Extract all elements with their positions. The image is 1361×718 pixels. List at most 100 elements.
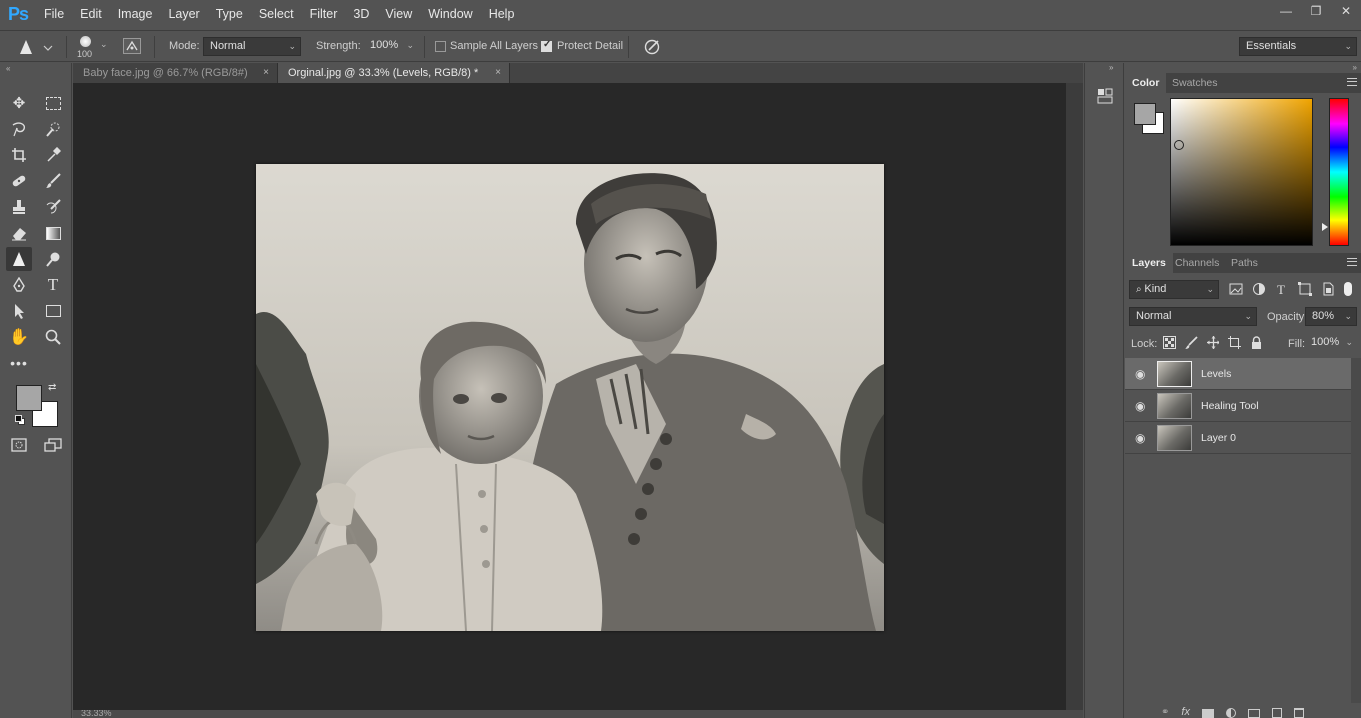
hue-slider-handle[interactable] — [1322, 223, 1328, 231]
adjustment-layer-icon[interactable] — [1225, 708, 1236, 718]
tab-color[interactable]: Color — [1125, 73, 1167, 93]
properties-panel-button[interactable] — [1096, 87, 1114, 105]
quick-selection-tool[interactable] — [40, 117, 66, 141]
type-tool[interactable]: T — [40, 273, 66, 297]
path-selection-tool[interactable] — [6, 299, 32, 323]
smart-object-filter-icon[interactable] — [1321, 282, 1335, 296]
history-brush-tool[interactable] — [40, 195, 66, 219]
vertical-scrollbar[interactable] — [1066, 83, 1083, 710]
adjustment-filter-icon[interactable] — [1252, 282, 1266, 296]
menu-filter[interactable]: Filter — [302, 0, 346, 28]
hand-tool[interactable]: ✋ — [6, 325, 32, 349]
pen-tool[interactable] — [6, 273, 32, 297]
type-filter-icon[interactable]: T — [1275, 282, 1289, 296]
document-canvas[interactable] — [73, 83, 1066, 710]
new-layer-icon[interactable] — [1271, 708, 1282, 718]
layer-row-healing-tool[interactable]: ◉ Healing Tool — [1125, 390, 1351, 422]
fill-field[interactable]: 100% ⌄ — [1305, 334, 1357, 353]
foreground-color-swatch[interactable] — [1134, 103, 1156, 125]
tab-baby-face[interactable]: Baby face.jpg @ 66.7% (RGB/8#) × — [73, 63, 278, 83]
menu-type[interactable]: Type — [208, 0, 251, 28]
edit-toolbar-button[interactable]: ••• — [6, 351, 32, 375]
lock-pixels-icon[interactable] — [1184, 336, 1198, 349]
lock-position-icon[interactable] — [1206, 336, 1220, 349]
menu-image[interactable]: Image — [110, 0, 161, 28]
eye-icon[interactable]: ◉ — [1135, 399, 1149, 413]
menu-3d[interactable]: 3D — [345, 0, 377, 28]
panel-menu-icon[interactable] — [1347, 258, 1357, 266]
tool-preset-picker[interactable] — [18, 37, 56, 57]
swap-colors-icon[interactable]: ⇄ — [48, 382, 56, 393]
marquee-tool[interactable] — [40, 91, 66, 115]
brush-tool[interactable] — [40, 169, 66, 193]
menu-layer[interactable]: Layer — [160, 0, 207, 28]
close-button[interactable]: ✕ — [1331, 0, 1361, 22]
trash-icon[interactable] — [1293, 708, 1304, 718]
dodge-tool[interactable] — [40, 247, 66, 271]
sharpen-tool[interactable] — [6, 247, 32, 271]
opacity-field[interactable]: 80% ⌄ — [1305, 307, 1357, 326]
gradient-tool[interactable] — [40, 221, 66, 245]
tab-layers[interactable]: Layers — [1125, 253, 1173, 273]
healing-brush-tool[interactable] — [6, 169, 32, 193]
collapse-arrows-icon[interactable]: » — [1353, 63, 1357, 72]
crop-tool[interactable] — [6, 143, 32, 167]
restore-button[interactable]: ❐ — [1301, 0, 1331, 22]
image-filter-icon[interactable] — [1229, 282, 1243, 296]
group-icon[interactable] — [1247, 709, 1260, 718]
clone-stamp-tool[interactable] — [6, 195, 32, 219]
collapse-arrows-icon[interactable]: » — [1109, 63, 1113, 72]
lock-artboard-icon[interactable] — [1228, 336, 1242, 349]
lock-transparent-icon[interactable] — [1163, 336, 1176, 349]
fx-icon[interactable]: fx — [1181, 706, 1190, 718]
document-image[interactable] — [256, 164, 884, 631]
brush-preset-picker[interactable]: 100 ⌄ — [76, 33, 112, 61]
mode-select[interactable]: Normal ⌄ — [203, 37, 301, 56]
quick-mask-button[interactable] — [6, 433, 32, 457]
lock-all-icon[interactable] — [1250, 336, 1263, 349]
move-tool[interactable]: ✥ — [6, 91, 32, 115]
menu-window[interactable]: Window — [420, 0, 480, 28]
minimize-button[interactable]: — — [1271, 0, 1301, 22]
collapse-arrows-icon[interactable]: « — [6, 64, 10, 73]
workspace-select[interactable]: Essentials ⌄ — [1239, 37, 1357, 56]
brush-panel-toggle[interactable] — [123, 38, 141, 54]
pressure-button[interactable] — [643, 37, 663, 57]
foreground-color-swatch[interactable] — [16, 385, 42, 411]
close-icon[interactable]: × — [495, 63, 501, 83]
eraser-tool[interactable] — [6, 221, 32, 245]
add-mask-icon[interactable] — [1201, 709, 1214, 718]
menu-edit[interactable]: Edit — [72, 0, 110, 28]
sample-all-layers-checkbox[interactable] — [435, 41, 446, 52]
rectangle-tool[interactable] — [40, 299, 66, 323]
menu-select[interactable]: Select — [251, 0, 302, 28]
blend-mode-select[interactable]: Normal ⌄ — [1129, 307, 1257, 326]
color-picker-ring[interactable] — [1174, 140, 1184, 150]
menu-view[interactable]: View — [377, 0, 420, 28]
color-field[interactable] — [1170, 98, 1313, 246]
zoom-tool[interactable] — [40, 325, 66, 349]
shape-filter-icon[interactable] — [1298, 282, 1312, 296]
tab-swatches[interactable]: Swatches — [1165, 73, 1225, 93]
default-colors-icon[interactable] — [15, 415, 25, 425]
eye-icon[interactable]: ◉ — [1135, 431, 1149, 445]
panel-menu-icon[interactable] — [1347, 78, 1357, 86]
tab-channels[interactable]: Channels — [1168, 253, 1226, 273]
lasso-tool[interactable] — [6, 117, 32, 141]
filter-toggle[interactable] — [1344, 282, 1352, 296]
eye-icon[interactable]: ◉ — [1135, 367, 1149, 381]
layer-row-layer-0[interactable]: ◉ Layer 0 — [1125, 422, 1351, 454]
hue-slider[interactable] — [1329, 98, 1349, 246]
eyedropper-tool[interactable] — [40, 143, 66, 167]
protect-detail-checkbox[interactable] — [541, 39, 552, 52]
tab-orginal[interactable]: Orginal.jpg @ 33.3% (Levels, RGB/8) * × — [278, 63, 510, 83]
screen-mode-button[interactable] — [40, 433, 66, 457]
layer-row-levels[interactable]: ◉ Levels — [1125, 358, 1351, 390]
menu-file[interactable]: File — [36, 0, 72, 28]
tab-paths[interactable]: Paths — [1224, 253, 1265, 273]
layer-kind-filter[interactable]: ⌕ Kind ⌄ — [1129, 280, 1219, 299]
close-icon[interactable]: × — [263, 63, 269, 83]
menu-help[interactable]: Help — [481, 0, 523, 28]
link-layers-icon[interactable]: ⚭ — [1161, 707, 1169, 718]
zoom-level[interactable]: 33.33% — [81, 710, 112, 718]
